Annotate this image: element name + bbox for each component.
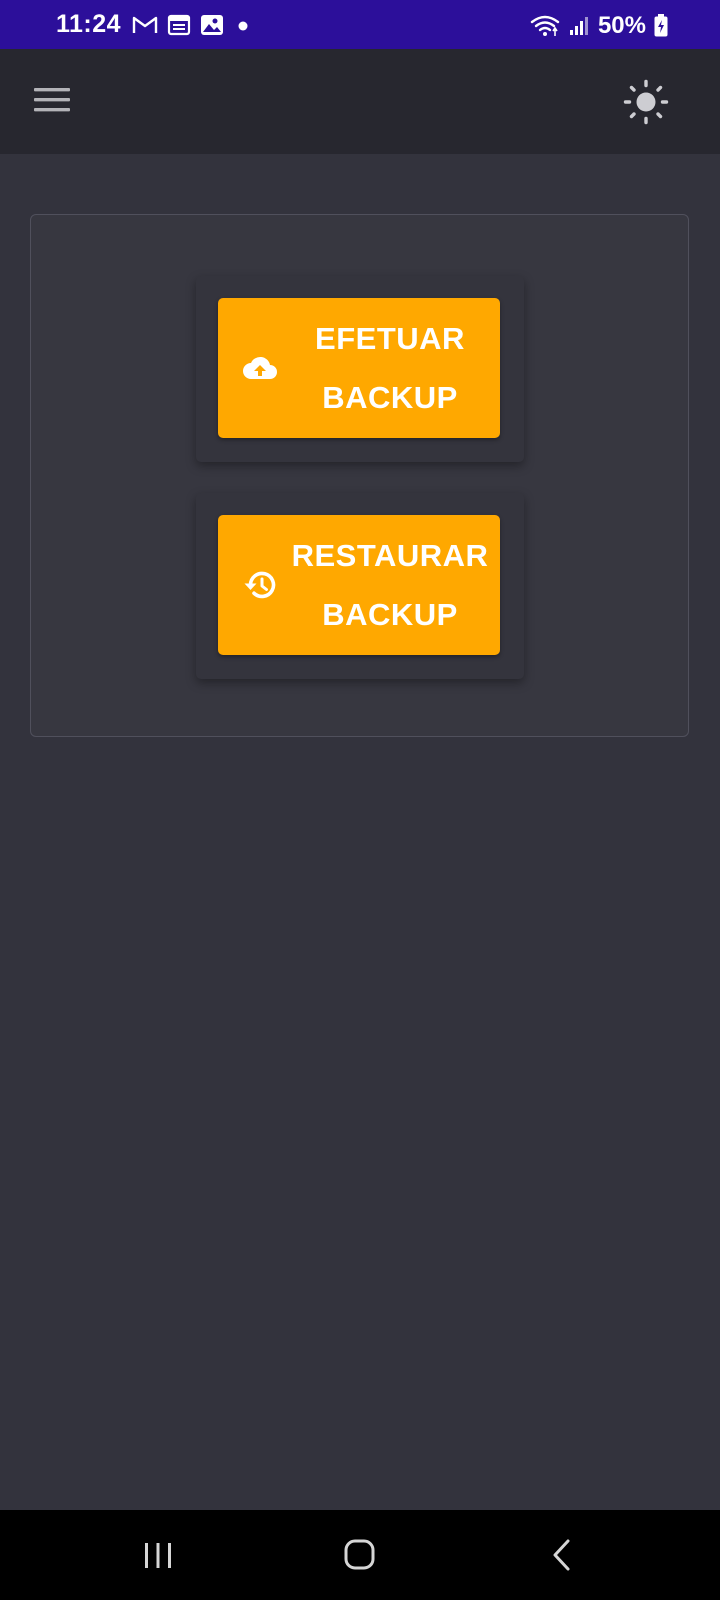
backup-button-container: EFETUAR BACKUP	[196, 276, 524, 462]
backup-button[interactable]: EFETUAR BACKUP	[218, 298, 500, 438]
gmail-icon	[132, 16, 158, 33]
theme-toggle-icon[interactable]	[623, 79, 669, 125]
restore-button-label: RESTAURAR BACKUP	[280, 515, 500, 655]
menu-icon[interactable]	[34, 85, 70, 115]
restore-button[interactable]: RESTAURAR BACKUP	[218, 515, 500, 655]
cloud-upload-icon	[243, 356, 277, 379]
backup-button-label: EFETUAR BACKUP	[280, 298, 500, 438]
notification-dot-icon	[238, 21, 248, 31]
battery-percentage: 50%	[597, 12, 646, 39]
status-time: 11:24	[56, 10, 122, 38]
restore-label-line2: BACKUP	[322, 597, 458, 632]
restore-label-line1: RESTAURAR	[291, 538, 489, 573]
home-icon[interactable]	[330, 1530, 390, 1580]
status-icons-left	[132, 14, 253, 36]
restore-button-container: RESTAURAR BACKUP	[196, 493, 524, 679]
recents-icon[interactable]	[128, 1530, 188, 1580]
navigation-bar	[0, 1510, 720, 1600]
backup-label-line2: BACKUP	[322, 380, 458, 415]
gallery-icon	[201, 15, 223, 35]
status-icons-right: 50%	[530, 12, 668, 40]
battery-icon	[654, 14, 668, 37]
history-restore-icon	[244, 571, 276, 599]
backup-label-line1: EFETUAR	[315, 321, 465, 356]
status-bar: 11:24 50%	[0, 0, 720, 49]
signal-icon	[569, 17, 588, 35]
wifi-icon	[530, 15, 560, 36]
app-bar	[0, 49, 720, 154]
calendar-icon	[167, 14, 191, 36]
back-icon[interactable]	[532, 1530, 592, 1580]
